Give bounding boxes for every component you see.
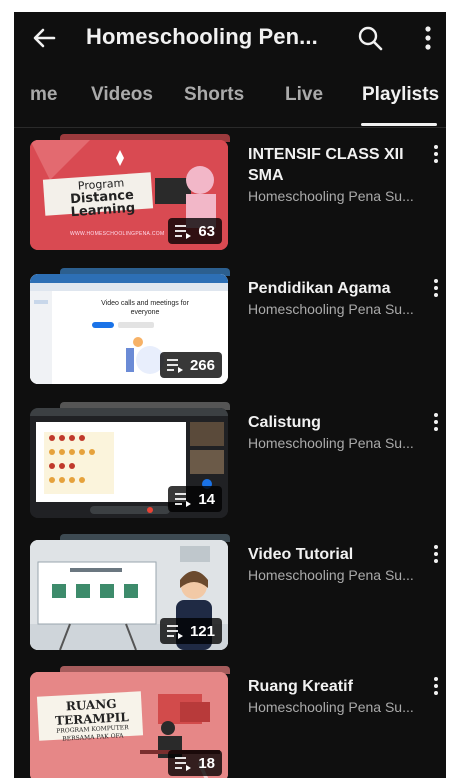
video-count: 121 <box>189 622 215 640</box>
search-icon <box>358 26 383 51</box>
active-tab-indicator <box>361 123 437 126</box>
channel-tabs: me Videos Shorts Live Playlists <box>14 74 446 128</box>
playlist-title[interactable]: Ruang Kreatif <box>248 676 420 697</box>
thumbnail-text: Video calls and meetings for <box>101 300 189 307</box>
video-count-badge: 63 <box>168 218 222 244</box>
playlist-item[interactable]: Program Distance Learning WWW.HOMESCHOOL… <box>14 134 446 260</box>
playlist-channel: Homeschooling Pena Su... <box>248 699 414 715</box>
playlist-channel: Homeschooling Pena Su... <box>248 188 414 204</box>
playlist-item[interactable]: 121 Video Tutorial Homeschooling Pena Su… <box>14 534 446 660</box>
video-count: 63 <box>198 222 215 240</box>
more-vert-icon <box>434 545 438 563</box>
playlist-title[interactable]: Calistung <box>248 412 420 433</box>
playlist-more-button[interactable] <box>426 276 446 300</box>
playlist-icon <box>175 757 192 771</box>
video-count: 14 <box>198 490 215 508</box>
arrow-left-icon <box>33 28 56 48</box>
playlist-thumbnail[interactable]: RUANG TERAMPIL PROGRAM KOMPUTER BERSAMA … <box>30 666 230 778</box>
playlist-icon <box>175 225 192 239</box>
playlist-icon <box>175 493 192 507</box>
playlist-more-button[interactable] <box>426 410 446 434</box>
more-vert-icon <box>434 413 438 431</box>
thumbnail-text: everyone <box>130 309 160 316</box>
playlist-thumbnail[interactable]: 14 <box>30 402 230 518</box>
playlist-title[interactable]: Video Tutorial <box>248 544 420 565</box>
video-count-badge: 14 <box>168 486 222 512</box>
more-options-button[interactable] <box>412 22 444 54</box>
playlist-channel: Homeschooling Pena Su... <box>248 435 414 451</box>
more-vert-icon <box>425 26 431 50</box>
more-vert-icon <box>434 677 438 695</box>
more-vert-icon <box>434 279 438 297</box>
search-button[interactable] <box>354 22 386 54</box>
playlist-item[interactable]: Video calls and meetings for everyone 26… <box>14 268 446 394</box>
video-count-badge: 18 <box>168 750 222 776</box>
playlist-item[interactable]: RUANG TERAMPIL PROGRAM KOMPUTER BERSAMA … <box>14 666 446 778</box>
video-count: 266 <box>189 356 215 374</box>
video-count: 18 <box>198 754 215 772</box>
playlist-icon <box>166 359 183 373</box>
playlist-thumbnail[interactable]: Video calls and meetings for everyone 26… <box>30 268 230 384</box>
playlist-icon <box>166 625 183 639</box>
playlist-more-button[interactable] <box>426 142 446 166</box>
more-vert-icon <box>434 145 438 163</box>
tab-videos[interactable]: Videos <box>91 84 153 106</box>
top-app-bar: Homeschooling Pen... <box>14 12 446 64</box>
back-button[interactable] <box>28 22 60 54</box>
playlist-channel: Homeschooling Pena Su... <box>248 301 414 317</box>
tab-shorts[interactable]: Shorts <box>184 84 244 106</box>
playlist-title[interactable]: INTENSIF CLASS XII SMA <box>248 144 420 186</box>
playlist-item[interactable]: 14 Calistung Homeschooling Pena Su... <box>14 402 446 528</box>
tab-live[interactable]: Live <box>285 84 323 106</box>
playlist-title[interactable]: Pendidikan Agama <box>248 278 420 299</box>
playlist-more-button[interactable] <box>426 674 446 698</box>
thumbnail-footer: WWW.HOMESCHOOLINGPENA.COM <box>70 231 165 237</box>
tab-playlists[interactable]: Playlists <box>362 84 439 106</box>
playlist-channel: Homeschooling Pena Su... <box>248 567 414 583</box>
playlist-more-button[interactable] <box>426 542 446 566</box>
video-count-badge: 121 <box>159 618 222 644</box>
app-screen: Homeschooling Pen... me Videos Shorts Li… <box>14 12 446 778</box>
playlist-thumbnail[interactable]: Program Distance Learning WWW.HOMESCHOOL… <box>30 134 230 250</box>
channel-title: Homeschooling Pen... <box>86 24 318 49</box>
playlist-thumbnail[interactable]: 121 <box>30 534 230 650</box>
tab-home[interactable]: me <box>30 84 57 106</box>
video-count-badge: 266 <box>159 352 222 378</box>
